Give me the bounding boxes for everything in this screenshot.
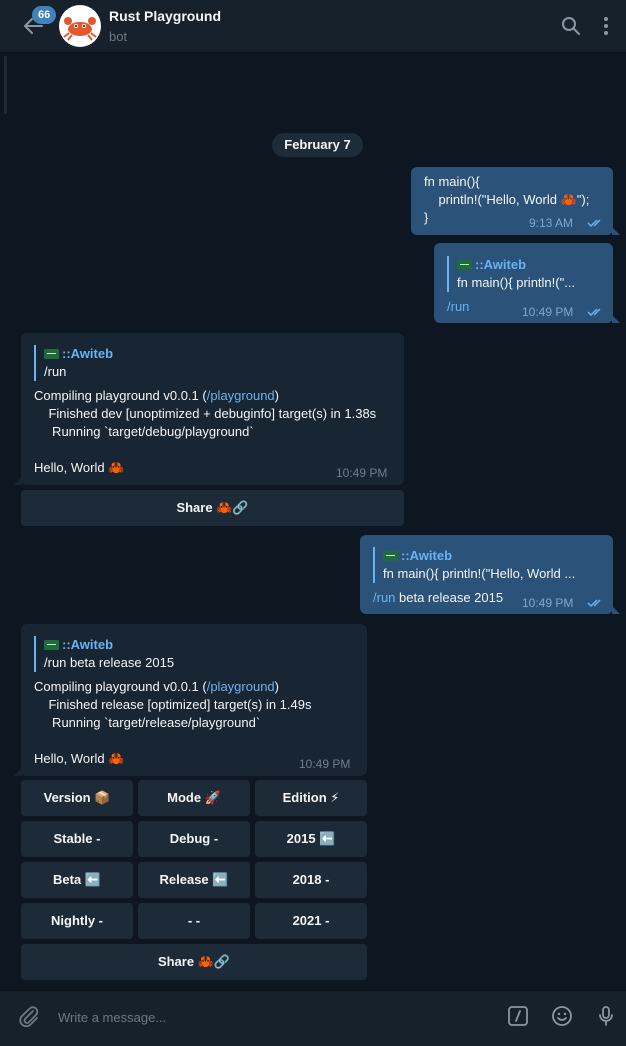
keyboard-button-stable[interactable]: Stable - [21,821,133,857]
reply-text: /run [44,364,67,379]
message-line: Compiling playground v0.0.1 (/playground… [34,679,280,694]
message-line: Running `target/release/playground` [34,715,261,730]
reply-quote[interactable]: ::Awiteb fn main(){ println!("Hello, Wor… [373,547,603,583]
message-time: 9:13 AM [529,216,574,230]
message-line: Hello, World 🦀 [34,751,125,766]
message-line: Finished release [optimized] target(s) i… [34,697,312,712]
reply-quote[interactable]: ::Awiteb /run [34,345,334,381]
scrollbar[interactable] [4,56,7,114]
message-line: fn main(){ [424,174,480,189]
keyboard-button-edition[interactable]: Edition ⚡ [255,780,367,816]
keyboard-button-beta[interactable]: Beta ⬅️ [21,862,133,898]
keyboard-button-debug[interactable]: Debug - [138,821,250,857]
bot-command-link[interactable]: /run [447,298,469,316]
message-time: 10:49 PM [299,757,351,771]
reply-author: ::Awiteb [401,548,453,563]
message-input[interactable] [58,1007,478,1027]
reply-quote[interactable]: ::Awiteb /run beta release 2015 [34,636,334,672]
reply-text: fn main(){ println!("Hello, World ... [383,566,576,581]
keyboard-button-2015[interactable]: 2015 ⬅️ [255,821,367,857]
incoming-message[interactable]: ::Awiteb /run Compiling playground v0.0.… [14,333,404,485]
message-line: Finished dev [unoptimized + debuginfo] t… [34,406,377,421]
reply-author: ::Awiteb [475,257,527,272]
message-composer [0,990,626,1046]
bot-command-link[interactable]: /run [373,590,395,605]
message-time: 10:49 PM [336,466,388,480]
chat-status: bot [109,29,128,44]
reply-author: ::Awiteb [62,637,114,652]
unread-badge: 66 [32,6,57,24]
crab-logo-icon [63,17,97,41]
reply-text: fn main(){ println!("... [457,275,576,290]
keyboard-button-2018[interactable]: 2018 - [255,862,367,898]
reply-quote[interactable]: ::Awiteb fn main(){ println!("... [447,256,602,292]
keyboard-button-mode[interactable]: Mode 🚀 [138,780,250,816]
outgoing-message[interactable]: fn main(){ println!("Hello, World 🦀"); }… [411,167,620,235]
flag-icon [44,349,59,359]
attach-icon[interactable] [17,1004,41,1028]
message-line: /run beta release 2015 [373,590,504,605]
flag-icon [44,640,59,650]
path-link[interactable]: /playground [207,679,275,694]
reply-author: ::Awiteb [62,346,114,361]
flag-icon [383,551,398,561]
outgoing-message[interactable]: ::Awiteb fn main(){ println!("Hello, Wor… [360,535,620,614]
keyboard-button-release[interactable]: Release ⬅️ [138,862,250,898]
reply-text: /run beta release 2015 [44,655,175,670]
flag-icon [457,260,472,270]
emoji-icon[interactable] [550,1004,574,1028]
keyboard-button-2021[interactable]: 2021 - [255,903,367,939]
message-line: println!("Hello, World 🦀"); [424,192,590,207]
keyboard-button-blank[interactable]: - - [138,903,250,939]
avatar[interactable] [59,5,101,47]
search-icon[interactable] [560,15,582,37]
incoming-message[interactable]: ::Awiteb /run beta release 2015 Compilin… [14,624,367,776]
read-checkmarks-icon [587,308,601,317]
chat-header: 66 Rust Playground bot [0,0,626,53]
bot-command-icon[interactable] [506,1004,530,1028]
read-checkmarks-icon [587,219,601,228]
microphone-icon[interactable] [594,1004,618,1028]
message-line: Running `target/debug/playground` [34,424,254,439]
read-checkmarks-icon [587,599,601,608]
share-button[interactable]: Share 🦀🔗 [21,944,367,980]
message-line: Compiling playground v0.0.1 (/playground… [34,388,280,403]
message-time: 10:49 PM [522,305,574,319]
message-time: 10:49 PM [522,596,574,610]
keyboard-button-nightly[interactable]: Nightly - [21,903,133,939]
outgoing-message[interactable]: ::Awiteb fn main(){ println!("... /run 1… [434,243,620,323]
more-vertical-icon[interactable] [595,15,617,37]
message-line: Hello, World 🦀 [34,460,125,475]
keyboard-button-version[interactable]: Version 📦 [21,780,133,816]
message-line: } [424,210,429,225]
chat-title[interactable]: Rust Playground [109,8,221,24]
path-link[interactable]: /playground [207,388,275,403]
date-separator: February 7 [272,133,363,157]
share-button[interactable]: Share 🦀🔗 [21,490,404,526]
